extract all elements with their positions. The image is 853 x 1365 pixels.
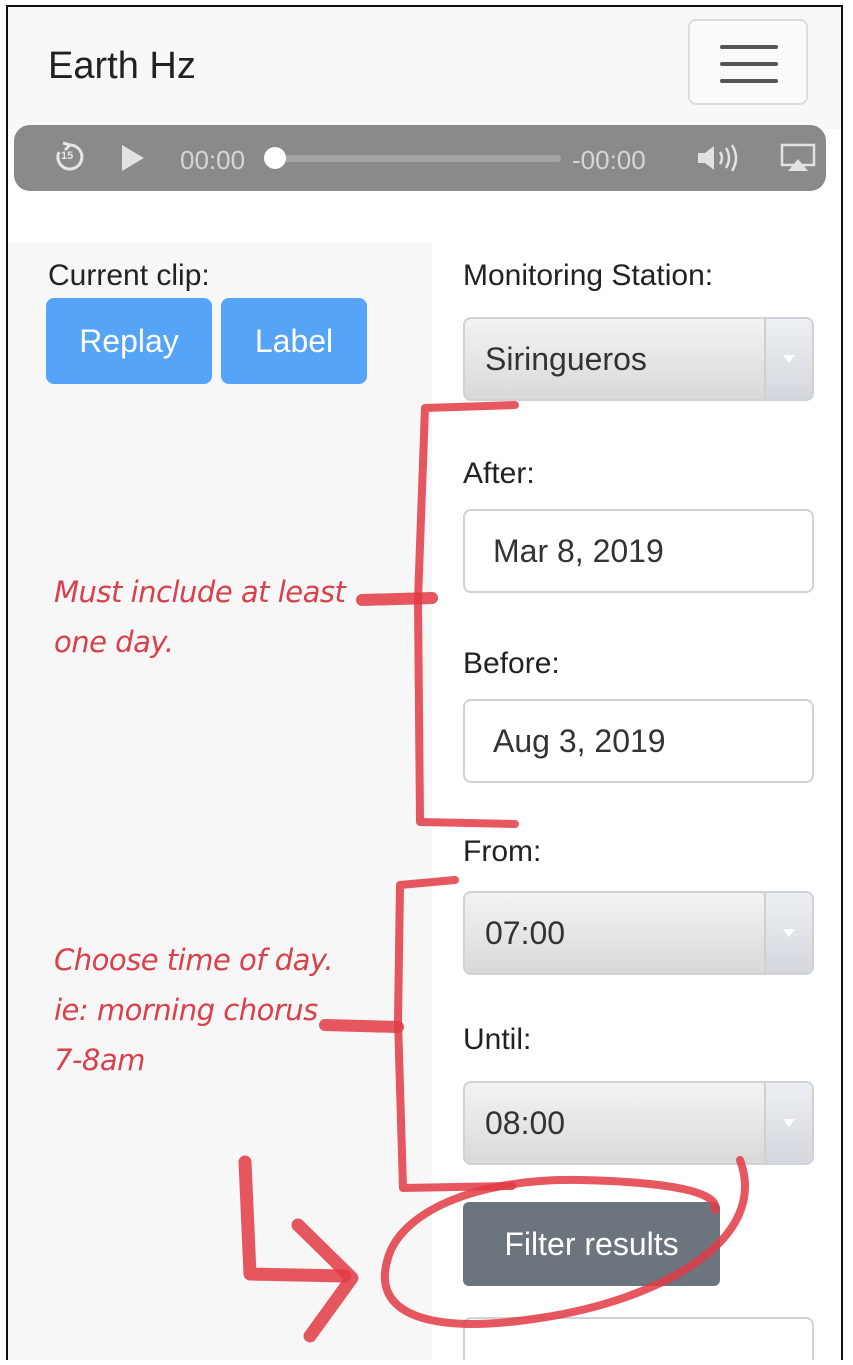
- before-label: Before:: [463, 647, 560, 680]
- skip-back-15-icon[interactable]: 15: [54, 141, 86, 173]
- station-label: Monitoring Station:: [463, 259, 714, 292]
- volume-icon[interactable]: [696, 143, 742, 178]
- from-label: From:: [463, 835, 542, 868]
- until-time-select[interactable]: 08:00: [463, 1081, 814, 1165]
- until-label: Until:: [463, 1023, 532, 1056]
- before-date-input[interactable]: Aug 3, 2019: [463, 699, 814, 783]
- time-annotation: Choose time of day. ie: morning chorus 7…: [54, 935, 334, 1085]
- progress-track[interactable]: [276, 155, 561, 162]
- app-frame: Earth Hz 15 00:00 -00:00 Current clip: R…: [6, 5, 843, 1360]
- from-time-value: 07:00: [485, 915, 566, 951]
- chevron-down-icon: [764, 1083, 812, 1163]
- date-annotation-line: Must include at least: [54, 575, 346, 609]
- time-annotation-line: ie: morning chorus: [54, 993, 318, 1027]
- time-annotation-line: 7-8am: [54, 1043, 145, 1077]
- play-icon[interactable]: [120, 143, 146, 178]
- station-select[interactable]: Siringueros: [463, 317, 814, 401]
- navbar: Earth Hz: [8, 7, 841, 129]
- label-button[interactable]: Label: [221, 298, 367, 384]
- hamburger-line: [720, 62, 778, 66]
- hamburger-line: [720, 45, 778, 49]
- filter-results-button[interactable]: Filter results: [463, 1202, 720, 1286]
- after-date-input[interactable]: Mar 8, 2019: [463, 509, 814, 593]
- remaining-time: -00:00: [572, 145, 646, 175]
- chevron-down-icon: [764, 319, 812, 399]
- station-value: Siringueros: [485, 341, 647, 377]
- hamburger-line: [720, 79, 778, 83]
- until-time-value: 08:00: [485, 1105, 566, 1141]
- progress-knob[interactable]: [264, 147, 286, 169]
- chevron-down-icon: [764, 893, 812, 973]
- time-annotation-line: Choose time of day.: [54, 943, 334, 977]
- hamburger-icon[interactable]: [688, 19, 808, 105]
- results-field[interactable]: [463, 1317, 814, 1360]
- app-title[interactable]: Earth Hz: [48, 45, 196, 88]
- audio-player: 15 00:00 -00:00: [14, 125, 826, 191]
- date-annotation: Must include at least one day.: [54, 567, 346, 667]
- after-label: After:: [463, 457, 535, 490]
- from-time-select[interactable]: 07:00: [463, 891, 814, 975]
- replay-button[interactable]: Replay: [46, 298, 212, 384]
- current-time: 00:00: [180, 145, 246, 175]
- current-clip-label: Current clip:: [48, 259, 210, 292]
- current-clip-panel: [8, 243, 432, 1360]
- date-annotation-line: one day.: [54, 625, 174, 659]
- airplay-icon[interactable]: [780, 143, 816, 178]
- skip-back-label: 15: [61, 150, 74, 162]
